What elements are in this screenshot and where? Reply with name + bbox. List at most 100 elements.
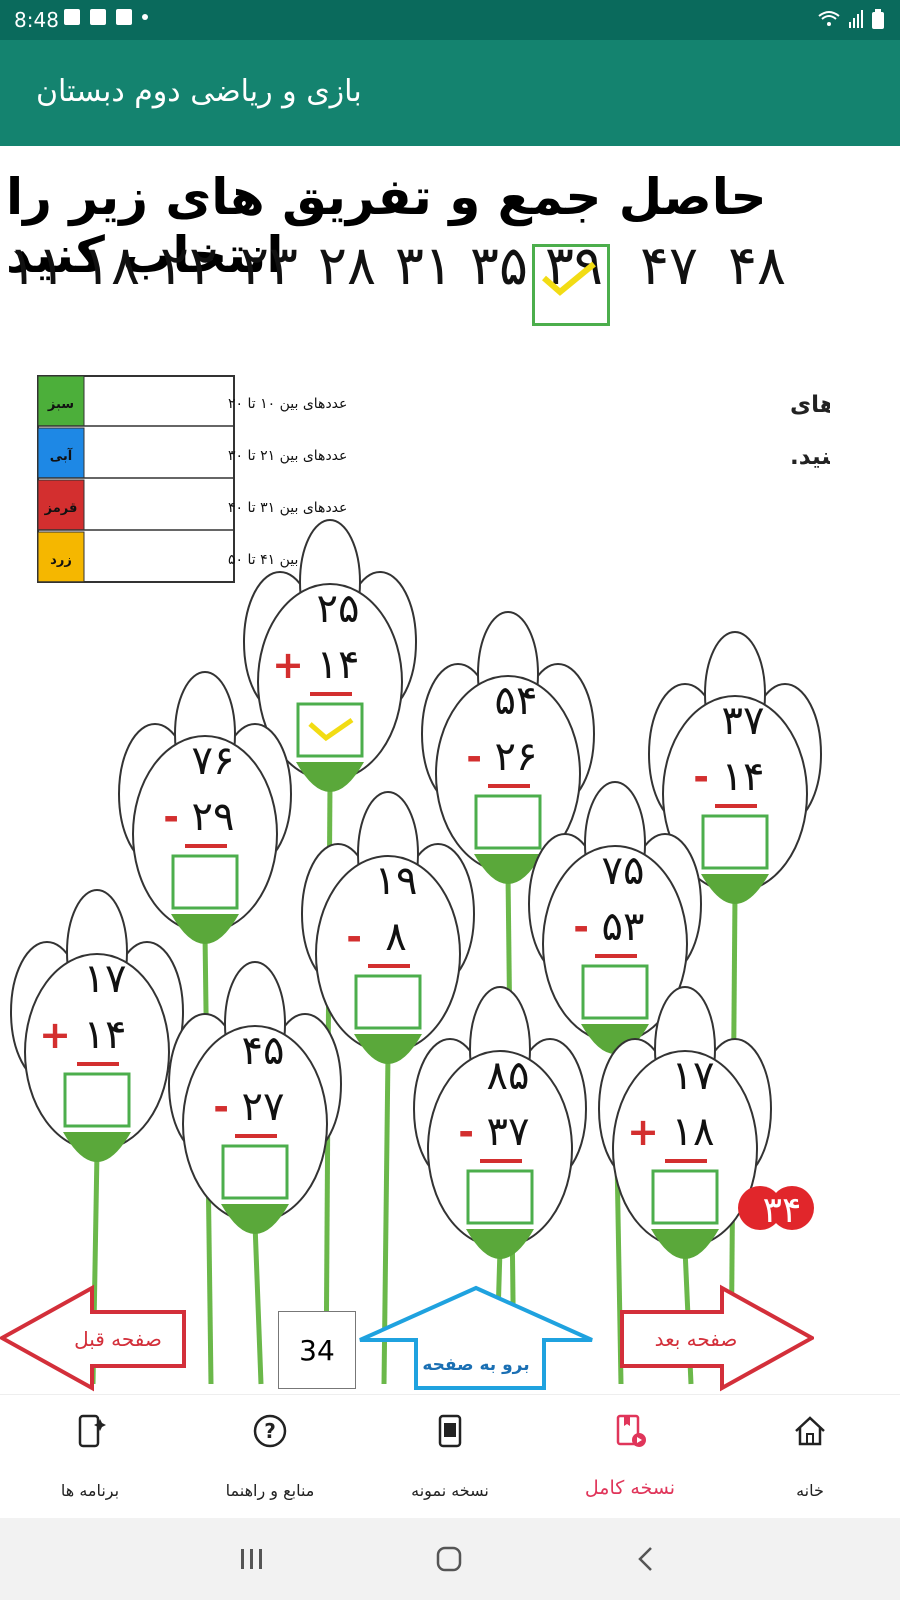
home-icon	[795, 1416, 825, 1446]
tab-apps[interactable]: برنامه ها	[0, 1395, 180, 1519]
help-circle-icon: ?	[253, 1414, 287, 1448]
status-bar: 8:48	[0, 0, 900, 40]
book-play-icon	[616, 1414, 646, 1447]
wifi-icon	[818, 11, 840, 26]
worksheet-image: سبز عددهای بین ۱۰ تا ۲۰ آبی عددهای بین ۲۱ ت…	[10, 375, 830, 1385]
recent-apps-icon[interactable]	[240, 1548, 264, 1570]
flower-operator: -	[346, 915, 362, 959]
answer-box[interactable]	[581, 964, 649, 1020]
answer-option[interactable]: ۲۸	[318, 234, 376, 297]
legend-color-name: قرمز	[44, 501, 78, 516]
goto-page-button[interactable]: برو به صفحه	[358, 1284, 594, 1392]
signal-icon	[849, 10, 863, 28]
flower-top-number: ۴۵	[242, 1028, 285, 1074]
flower-bottom-number: ۲۶	[495, 734, 538, 780]
answer-option[interactable]: ۲۳	[240, 234, 298, 297]
instruction-line-1: ۱- ابتدا جمع و تفریق‌ها را انجام دهید. س…	[790, 391, 830, 421]
answer-option[interactable]: ۳۵	[470, 234, 528, 297]
prev-page-label: صفحه قبل	[74, 1327, 162, 1351]
page-badge: ۳۴	[738, 1186, 814, 1231]
flower-top-number: ۵۴	[495, 678, 538, 724]
flower-operator: -	[163, 795, 179, 839]
flower-top-number: ۱۹	[375, 858, 418, 904]
answer-box[interactable]	[221, 1144, 289, 1200]
answer-box[interactable]	[651, 1169, 719, 1225]
tab-full-version-label: نسخه کامل	[584, 1477, 676, 1499]
prev-page-button[interactable]: صفحه قبل	[0, 1284, 190, 1392]
instruction-line-2: زیر را رنگ‌آمیزی کنید.	[790, 441, 830, 470]
tab-sample-label: نسخه نمونه	[411, 1481, 489, 1500]
flower-bottom-number: ۱۸	[672, 1109, 715, 1155]
flower-operator: +	[272, 643, 304, 687]
app-title: بازی و ریاضی دوم دبستان	[36, 74, 362, 109]
battery-icon	[872, 9, 884, 29]
answer-option[interactable]: ۴۸	[728, 234, 786, 297]
page-badge-number: ۳۴	[763, 1190, 802, 1231]
content-area: حاصل جمع و تفریق های زیر را انتخاب کنید …	[0, 146, 900, 1394]
answer-option[interactable]: ۱۸	[82, 234, 140, 297]
flower-operator: -	[458, 1110, 474, 1154]
legend-range: عددهای بین ۳۱ تا ۴۰	[228, 500, 347, 516]
flower-bottom-number: ۲۷	[242, 1084, 285, 1130]
tab-help-label: منابع و راهنما	[225, 1481, 315, 1500]
flower-bottom-number: ۵۳	[602, 904, 645, 950]
flower-operator: +	[627, 1110, 659, 1154]
flower-bottom-number: ۸	[385, 914, 406, 960]
legend-color-name: آبی	[50, 447, 73, 464]
status-time: 8:48	[14, 8, 59, 32]
phone-sparkle-icon	[78, 1414, 106, 1448]
flower-operator: +	[39, 1013, 71, 1057]
answer-box[interactable]	[63, 1072, 131, 1128]
answer-box[interactable]	[296, 702, 364, 758]
tab-apps-label: برنامه ها	[60, 1481, 120, 1500]
answer-box[interactable]	[701, 814, 769, 870]
color-legend: سبز عددهای بین ۱۰ تا ۲۰ آبی عددهای بین ۲۱ ت…	[37, 375, 347, 583]
flower-operator: -	[213, 1085, 229, 1129]
next-page-label: صفحه بعد	[655, 1327, 738, 1351]
answer-option[interactable]: ۱۱	[8, 234, 66, 297]
selected-option-frame	[532, 244, 610, 326]
home-system-icon[interactable]	[436, 1546, 462, 1572]
flower-top-number: ۲۵	[317, 586, 360, 632]
notification-dot-icon	[142, 14, 148, 20]
answer-box[interactable]	[171, 854, 239, 910]
legend-color-name: سبز	[47, 397, 74, 412]
flower-top-number: ۷۶	[192, 738, 235, 784]
next-page-button[interactable]: صفحه بعد	[618, 1284, 814, 1392]
goto-page-label: برو به صفحه	[422, 1355, 529, 1375]
flower-bottom-number: ۳۷	[487, 1109, 530, 1155]
page-number-input[interactable]: 34	[278, 1311, 356, 1389]
flower-top-number: ۸۵	[487, 1053, 530, 1099]
answer-option[interactable]: ۲۲	[160, 234, 218, 297]
flower-top-number: ۱۷	[672, 1053, 715, 1099]
shield-icon	[90, 9, 106, 25]
flower-operator: -	[693, 755, 709, 799]
tab-full-version[interactable]: نسخه کامل	[540, 1395, 720, 1519]
flower-top-number: ۳۷	[722, 698, 765, 744]
shopping-bag-icon	[116, 9, 132, 25]
bottom-navigation: برنامه ها ? منابع و راهنما نسخه نمونه نس…	[0, 1394, 900, 1519]
flower-operator: -	[573, 905, 589, 949]
flower-bottom-number: ۲۹	[192, 794, 235, 840]
page-number-value: 34	[299, 1333, 335, 1367]
back-icon[interactable]	[636, 1546, 654, 1572]
answer-option[interactable]: ۳۱	[395, 234, 453, 297]
tab-help[interactable]: ? منابع و راهنما	[180, 1395, 360, 1519]
flower-top-number: ۷۵	[602, 848, 645, 894]
phone-book-icon	[438, 1414, 462, 1448]
tab-sample[interactable]: نسخه نمونه	[360, 1395, 540, 1519]
answer-option[interactable]: ۴۷	[640, 234, 698, 297]
tab-home[interactable]: خانه	[720, 1395, 900, 1519]
legend-color-name: زرد	[50, 553, 72, 568]
flower-operator: -	[466, 735, 482, 779]
answer-box[interactable]	[474, 794, 542, 850]
flower-top-number: ۱۷	[84, 956, 127, 1002]
answer-box[interactable]	[466, 1169, 534, 1225]
system-navigation-bar	[0, 1518, 900, 1600]
legend-range: عددهای بین ۱۰ تا ۲۰	[228, 396, 347, 412]
gallery-icon	[64, 9, 80, 25]
flower-bottom-number: ۱۴	[317, 642, 360, 688]
answer-box[interactable]	[354, 974, 422, 1030]
svg-text:?: ?	[264, 1419, 276, 1443]
answer-options: ۱۱ ۱۸ ۲۲ ۲۳ ۲۸ ۳۱ ۳۵ ۳۹ ۴۷ ۴۸	[0, 234, 900, 320]
